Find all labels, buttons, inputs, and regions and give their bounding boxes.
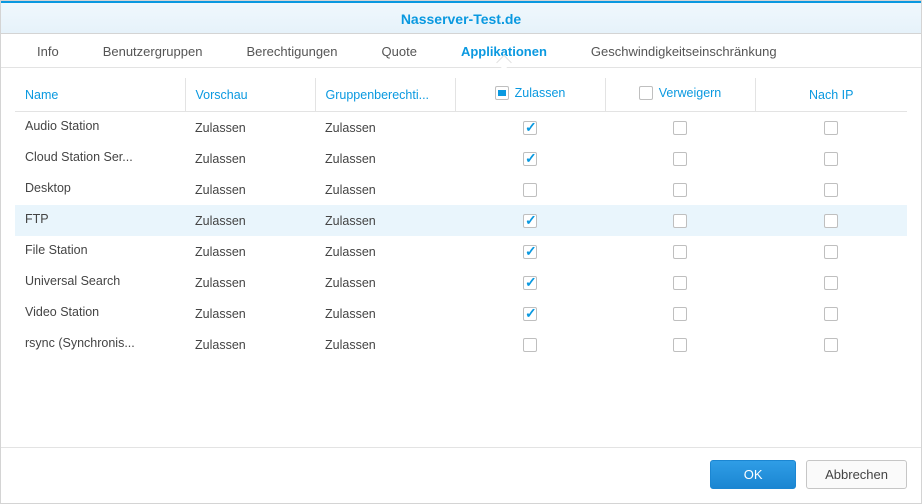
table-row[interactable]: Universal Search ZulassenZulassen — [15, 267, 907, 298]
group-perm-cell: Zulassen — [315, 112, 455, 144]
app-name: Cloud Station Ser... — [25, 150, 133, 164]
ip-checkbox[interactable] — [824, 214, 838, 228]
col-header-zulassen[interactable]: Zulassen — [455, 78, 605, 112]
preview-cell: Zulassen — [185, 329, 315, 360]
allow-checkbox[interactable] — [523, 307, 537, 321]
col-header-vorschau-label: Vorschau — [196, 88, 248, 102]
table-row[interactable]: Desktop ZulassenZulassen — [15, 174, 907, 205]
allow-checkbox[interactable] — [523, 338, 537, 352]
ip-checkbox[interactable] — [824, 121, 838, 135]
col-header-name[interactable]: Name — [15, 78, 185, 112]
preview-cell: Zulassen — [185, 205, 315, 236]
tab-berechtigungen[interactable]: Berechtigungen — [224, 34, 359, 67]
deny-checkbox[interactable] — [673, 214, 687, 228]
group-perm-cell: Zulassen — [315, 174, 455, 205]
deny-checkbox[interactable] — [673, 183, 687, 197]
col-header-vorschau[interactable]: Vorschau — [185, 78, 315, 112]
deny-checkbox[interactable] — [673, 276, 687, 290]
table-row[interactable]: Cloud Station Ser... ZulassenZulassen — [15, 143, 907, 174]
tab-info[interactable]: Info — [15, 34, 81, 67]
table-row[interactable]: Audio Station ZulassenZulassen — [15, 112, 907, 144]
allow-checkbox[interactable] — [523, 214, 537, 228]
deny-all-checkbox[interactable] — [639, 86, 653, 100]
group-perm-cell: Zulassen — [315, 236, 455, 267]
table-row[interactable]: FTP ZulassenZulassen — [15, 205, 907, 236]
app-name: Desktop — [25, 181, 71, 195]
table-row[interactable]: rsync (Synchronis... ZulassenZulassen — [15, 329, 907, 360]
group-perm-cell: Zulassen — [315, 298, 455, 329]
allow-checkbox[interactable] — [523, 183, 537, 197]
tab-benutzergruppen[interactable]: Benutzergruppen — [81, 34, 225, 67]
allow-checkbox[interactable] — [523, 152, 537, 166]
ip-checkbox[interactable] — [824, 183, 838, 197]
applications-table: Name Vorschau Gruppenberechti... Zulasse… — [15, 78, 907, 360]
ip-checkbox[interactable] — [824, 245, 838, 259]
app-name: rsync (Synchronis... — [25, 336, 135, 350]
titlebar: Nasserver-Test.de — [1, 1, 921, 34]
allow-checkbox[interactable] — [523, 276, 537, 290]
allow-checkbox[interactable] — [523, 121, 537, 135]
content-area: Name Vorschau Gruppenberechti... Zulasse… — [1, 68, 921, 447]
group-perm-cell: Zulassen — [315, 267, 455, 298]
col-header-gruppe[interactable]: Gruppenberechti... — [315, 78, 455, 112]
tab-bar: InfoBenutzergruppenBerechtigungenQuoteAp… — [1, 34, 921, 68]
col-header-ip[interactable]: Nach IP — [755, 78, 907, 112]
preview-cell: Zulassen — [185, 143, 315, 174]
group-perm-cell: Zulassen — [315, 205, 455, 236]
deny-checkbox[interactable] — [673, 307, 687, 321]
col-header-ip-label: Nach IP — [809, 88, 853, 102]
table-row[interactable]: Video Station ZulassenZulassen — [15, 298, 907, 329]
col-header-verweigern-label: Verweigern — [659, 86, 722, 100]
ip-checkbox[interactable] — [824, 338, 838, 352]
col-header-zulassen-label: Zulassen — [515, 86, 566, 100]
dialog-footer: OK Abbrechen — [1, 447, 921, 503]
window-title: Nasserver-Test.de — [401, 11, 521, 27]
ip-checkbox[interactable] — [824, 152, 838, 166]
group-perm-cell: Zulassen — [315, 143, 455, 174]
preview-cell: Zulassen — [185, 236, 315, 267]
preview-cell: Zulassen — [185, 267, 315, 298]
app-name: Video Station — [25, 305, 99, 319]
allow-all-checkbox[interactable] — [495, 86, 509, 100]
ip-checkbox[interactable] — [824, 307, 838, 321]
preview-cell: Zulassen — [185, 298, 315, 329]
ip-checkbox[interactable] — [824, 276, 838, 290]
table-row[interactable]: File Station ZulassenZulassen — [15, 236, 907, 267]
app-name: Universal Search — [25, 274, 120, 288]
deny-checkbox[interactable] — [673, 121, 687, 135]
col-header-gruppe-label: Gruppenberechti... — [326, 88, 430, 102]
tab-geschwindigkeitseinschr-nkung[interactable]: Geschwindigkeitseinschränkung — [569, 34, 799, 67]
deny-checkbox[interactable] — [673, 245, 687, 259]
col-header-name-label: Name — [25, 88, 58, 102]
preview-cell: Zulassen — [185, 112, 315, 144]
allow-checkbox[interactable] — [523, 245, 537, 259]
group-perm-cell: Zulassen — [315, 329, 455, 360]
deny-checkbox[interactable] — [673, 338, 687, 352]
deny-checkbox[interactable] — [673, 152, 687, 166]
app-name: FTP — [25, 212, 49, 226]
ok-button[interactable]: OK — [710, 460, 796, 489]
cancel-button[interactable]: Abbrechen — [806, 460, 907, 489]
app-name: File Station — [25, 243, 88, 257]
preview-cell: Zulassen — [185, 174, 315, 205]
tab-applikationen[interactable]: Applikationen — [439, 34, 569, 67]
tab-quote[interactable]: Quote — [360, 34, 439, 67]
col-header-verweigern[interactable]: Verweigern — [605, 78, 755, 112]
settings-dialog: Nasserver-Test.de InfoBenutzergruppenBer… — [0, 0, 922, 504]
app-name: Audio Station — [25, 119, 99, 133]
